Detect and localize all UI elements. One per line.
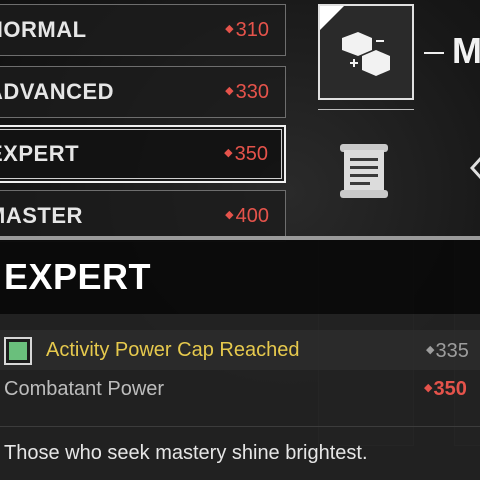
power-value: 310 <box>235 18 269 41</box>
modifier-icon-box[interactable] <box>318 4 414 100</box>
power-cap-label: Activity Power Cap Reached <box>46 339 300 361</box>
tooltip-divider <box>0 426 480 427</box>
combatant-number: 350 <box>433 378 467 400</box>
difficulty-name: NORMAL <box>0 17 87 42</box>
difficulty-name: ADVANCED <box>0 79 115 104</box>
power-diamond-icon: ◆ <box>426 344 435 356</box>
modifier-icon <box>342 32 390 76</box>
power-diamond-icon: ◆ <box>225 84 234 97</box>
difficulty-tooltip: EXPERT Activity Power Cap Reached ◆335 C… <box>0 236 480 480</box>
difficulty-power: ◆ 400 <box>225 205 269 228</box>
power-cap-checkbox <box>4 337 32 365</box>
power-diamond-icon: ◆ <box>225 22 234 35</box>
difficulty-option-expert[interactable]: EXPERT ◆350 <box>0 125 286 183</box>
difficulty-option-advanced[interactable]: ADVANCED ◆330 <box>0 66 286 118</box>
combatant-power-row: Combatant Power ◆350 <box>0 372 480 412</box>
flavor-text: Those who seek mastery shine brightest. <box>4 442 368 464</box>
difficulty-power: ◆ 310 <box>225 19 269 42</box>
power-value: 350 <box>234 142 268 165</box>
title-dash <box>424 52 444 54</box>
power-diamond-icon: ◆ <box>424 382 433 394</box>
director-screen: NORMAL ◆310 ADVANCED ◆330 EXPERT ◆350 MA… <box>0 0 480 480</box>
icon-underline <box>318 109 414 110</box>
activity-title: M <box>452 30 480 71</box>
tooltip-header: EXPERT <box>0 240 480 314</box>
combatant-power-label: Combatant Power <box>4 378 165 400</box>
lore-scroll-icon[interactable] <box>336 142 396 200</box>
tooltip-body: Activity Power Cap Reached ◆335 Combatan… <box>0 314 480 480</box>
power-diamond-icon: ◆ <box>225 208 234 221</box>
difficulty-power: ◆ 330 <box>225 81 269 104</box>
power-diamond-icon: ◆ <box>224 146 233 159</box>
difficulty-power: ◆ 350 <box>224 143 268 166</box>
tooltip-title: EXPERT <box>4 256 152 297</box>
checkbox-fill <box>9 342 27 360</box>
difficulty-name: MASTER <box>0 203 83 228</box>
chevron-left-icon[interactable] <box>470 155 480 181</box>
difficulty-name: EXPERT <box>0 141 80 166</box>
cap-number: 335 <box>435 340 469 362</box>
power-value: 330 <box>235 80 269 103</box>
power-value: 400 <box>235 204 269 227</box>
combatant-power-value: ◆350 <box>424 378 467 401</box>
power-cap-row: Activity Power Cap Reached ◆335 <box>0 330 480 370</box>
difficulty-option-master[interactable]: MASTER ◆400 <box>0 190 286 242</box>
power-cap-value: ◆335 <box>426 340 469 363</box>
difficulty-option-normal[interactable]: NORMAL ◆310 <box>0 4 286 56</box>
